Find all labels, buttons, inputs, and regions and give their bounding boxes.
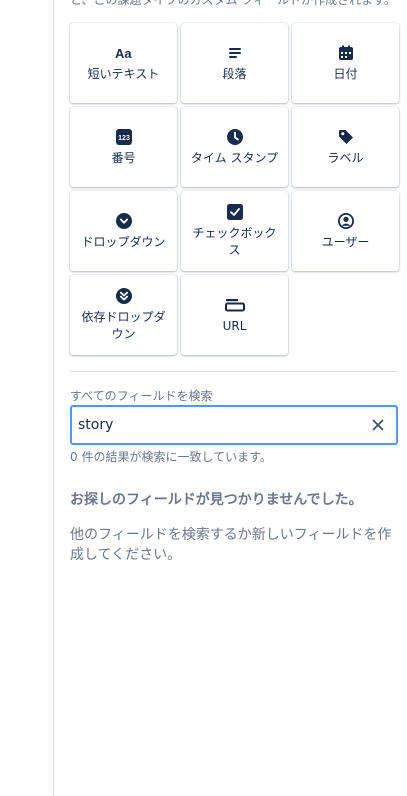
dependent-dropdown-icon [115,287,132,305]
dropdown-icon [115,212,132,230]
clock-icon [226,128,243,146]
clear-search-button[interactable] [364,411,392,439]
user-icon [337,212,354,230]
field-type-number[interactable]: 123 番号 [70,107,177,187]
search-result-count: 0 件の結果が検索に一致しています。 [70,450,272,464]
field-type-label: 依存ドロップダウン [81,310,166,341]
field-type-short-text[interactable]: Aa 短いテキスト [70,23,177,103]
field-type-dropdown[interactable]: ドロップダウン [70,191,177,271]
search-label: すべてのフィールドを検索 [70,389,213,403]
field-type-dependent-dropdown[interactable]: 依存ドロップダウン [70,275,177,355]
field-type-label: 番号 [111,150,136,165]
divider [70,371,398,372]
field-configuration-panel: と、この課題タイプのカスタム フィールドが作成されます。 Aa 短いテキスト 段… [54,0,407,796]
number-icon: 123 [115,128,132,146]
empty-state-description: 他のフィールドを検索するか新しいフィールドを作成してください。 [70,527,392,563]
checkbox-icon [226,203,243,221]
search-input[interactable] [72,407,364,443]
paragraph-icon [228,44,242,62]
calendar-icon [338,44,354,62]
svg-text:123: 123 [118,135,130,142]
field-type-checkbox[interactable]: チェックボックス [181,191,288,271]
field-type-label: 短いテキスト [87,66,160,81]
field-type-grid: Aa 短いテキスト 段落 日付 123 番号 タイム スタンプ ラベル ドロップ… [70,23,399,355]
field-type-label: 日付 [333,66,358,81]
field-type-label: URL [222,318,247,333]
field-type-label: ドロップダウン [81,234,166,249]
field-type-label: タイム スタンプ [190,150,279,165]
empty-state-title: お探しのフィールドが見つかりませんでした。 [70,492,363,508]
field-type-user[interactable]: ユーザー [292,191,399,271]
close-icon [372,419,384,431]
field-type-label: チェックボックス [192,226,277,257]
field-type-url[interactable]: URL [181,275,288,355]
field-type-label: ラベル [327,150,364,165]
field-type-timestamp[interactable]: タイム スタンプ [181,107,288,187]
field-type-date[interactable]: 日付 [292,23,399,103]
short-text-icon: Aa [115,44,133,62]
field-type-label-tag[interactable]: ラベル [292,107,399,187]
tag-icon [338,128,354,146]
intro-text: と、この課題タイプのカスタム フィールドが作成されます。 [70,0,396,7]
field-type-label: 段落 [222,66,247,81]
left-rail [0,0,54,796]
url-icon [224,296,245,314]
search-field [70,405,398,445]
field-type-paragraph[interactable]: 段落 [181,23,288,103]
field-type-label: ユーザー [321,234,370,249]
svg-text:Aa: Aa [115,46,132,60]
